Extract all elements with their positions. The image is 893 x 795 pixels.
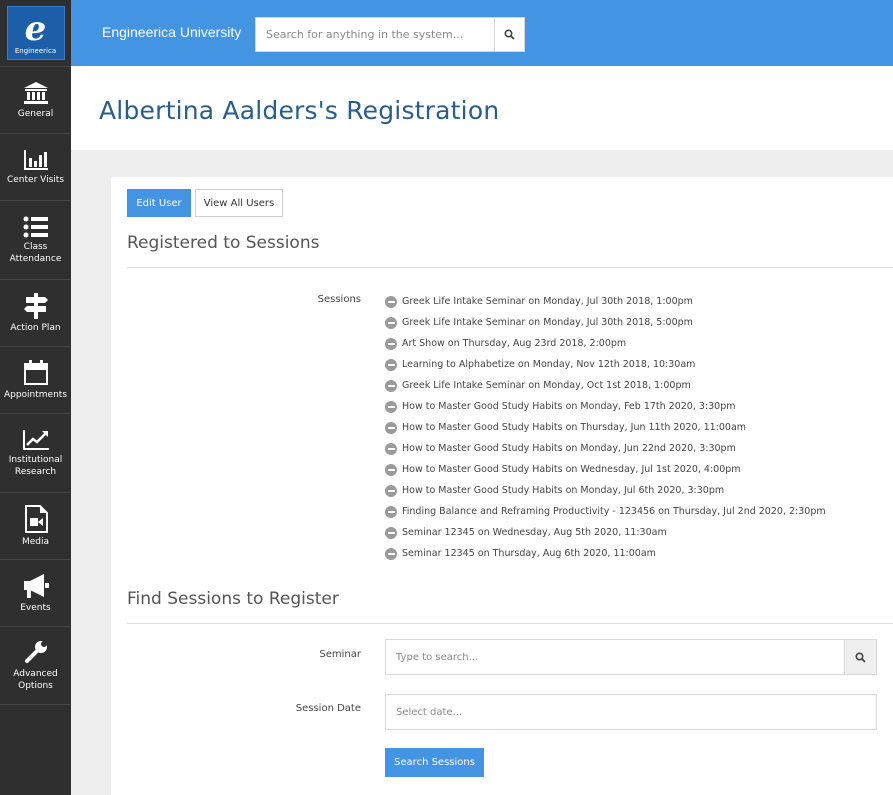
bar-chart-icon [23,149,48,170]
search-sessions-button[interactable]: Search Sessions [385,748,484,777]
remove-circle-icon[interactable] [385,316,397,329]
remove-circle-icon[interactable] [385,505,397,518]
session-text: Greek Life Intake Seminar on Monday, Jul… [402,317,693,328]
trend-chart-icon [22,429,49,450]
list-item: Learning to Alphabetize on Monday, Nov 1… [385,354,826,375]
session-date-label: Session Date [295,703,361,714]
remove-circle-icon[interactable] [385,463,397,476]
list-item: How to Master Good Study Habits on Thurs… [385,417,826,438]
logo-area[interactable]: e Engineerica [0,0,71,66]
divider [127,623,893,624]
view-all-users-button[interactable]: View All Users [195,189,283,217]
list-item: Greek Life Intake Seminar on Monday, Jul… [385,312,826,333]
list-item: How to Master Good Study Habits on Monda… [385,396,826,417]
sidebar-item-label: Institutional Research [8,454,63,477]
session-text: How to Master Good Study Habits on Thurs… [402,422,747,433]
remove-circle-icon[interactable] [385,400,397,413]
remove-circle-icon[interactable] [385,337,397,350]
logo-text: Engineerica [14,46,57,55]
remove-circle-icon[interactable] [385,484,397,497]
search-icon [504,29,515,40]
edit-user-button[interactable]: Edit User [127,189,191,217]
session-text: How to Master Good Study Habits on Wedne… [402,464,741,475]
global-search [255,17,525,52]
session-text: Greek Life Intake Seminar on Monday, Jul… [402,296,693,307]
seminar-search-field [385,639,877,675]
session-text: How to Master Good Study Habits on Monda… [402,443,736,454]
logo[interactable]: e Engineerica [6,6,65,60]
sidebar-item-label: Center Visits [6,174,65,185]
seminar-search-button[interactable] [844,640,876,674]
sessions-label: Sessions [317,294,361,305]
session-text: Art Show on Thursday, Aug 23rd 2018, 2:0… [402,338,627,349]
media-file-icon [24,504,48,533]
session-text: Seminar 12345 on Thursday, Aug 6th 2020,… [402,548,656,559]
sidebar-item-advanced-options[interactable]: Advanced Options [0,626,71,705]
sidebar-item-label: Class Attendance [9,241,62,264]
sidebar-item-events[interactable]: Events [0,559,71,626]
sidebar-item-media[interactable]: Media [0,492,71,559]
seminar-input[interactable] [386,640,844,674]
search-input[interactable] [256,18,495,51]
list-item: How to Master Good Study Habits on Monda… [385,480,826,501]
title-area: Albertina Aalders's Registration [71,66,893,150]
list-item: Finding Balance and Reframing Productivi… [385,501,826,522]
sidebar-item-label: Appointments [3,389,68,400]
sidebar-item-action-plan[interactable]: Action Plan [0,279,71,346]
sidebar-item-label: Advanced Options [13,669,58,691]
session-text: Seminar 12345 on Wednesday, Aug 5th 2020… [402,527,667,538]
sidebar-item-label: Media [21,536,50,547]
divider [127,267,893,268]
remove-circle-icon[interactable] [385,442,397,455]
session-text: Finding Balance and Reframing Productivi… [402,506,826,517]
remove-circle-icon[interactable] [385,421,397,434]
session-text: How to Master Good Study Habits on Monda… [402,485,725,496]
logo-letter: e [24,8,47,49]
top-header: Engineerica University [71,0,893,66]
find-sessions-heading: Find Sessions to Register [127,589,339,609]
page-title: Albertina Aalders's Registration [99,96,500,125]
registered-sessions-list: Greek Life Intake Seminar on Monday, Jul… [385,291,826,564]
session-text: Learning to Alphabetize on Monday, Nov 1… [402,359,696,370]
remove-circle-icon[interactable] [385,379,397,392]
list-item: How to Master Good Study Habits on Wedne… [385,459,826,480]
wrench-icon [24,641,47,663]
sidebar-item-class-attendance[interactable]: Class Attendance [0,200,71,279]
list-item: Greek Life Intake Seminar on Monday, Oct… [385,375,826,396]
list-item: How to Master Good Study Habits on Monda… [385,438,826,459]
sidebar-item-label: Action Plan [10,322,61,333]
registered-sessions-heading: Registered to Sessions [127,233,320,253]
search-button[interactable] [494,18,524,51]
sidebar-item-label: General [17,108,54,119]
sidebar-item-label: Events [20,602,51,613]
seminar-label: Seminar [319,649,361,660]
sidebar-item-center-visits[interactable]: Center Visits [0,133,71,200]
session-text: Greek Life Intake Seminar on Monday, Oct… [402,380,691,391]
list-item: Seminar 12345 on Wednesday, Aug 5th 2020… [385,522,826,543]
sidebar-item-appointments[interactable]: Appointments [0,346,71,413]
sidebar-item-general[interactable]: General [0,66,71,133]
bank-icon [23,81,48,104]
sidebar-item-institutional-research[interactable]: Institutional Research [0,413,71,492]
remove-circle-icon[interactable] [385,526,397,539]
remove-circle-icon[interactable] [385,295,397,308]
list-item: Seminar 12345 on Thursday, Aug 6th 2020,… [385,543,826,564]
sidebar: e Engineerica General Center Visits Clas… [0,0,71,795]
search-icon [855,651,866,663]
calendar-icon [23,359,48,385]
list-item: Art Show on Thursday, Aug 23rd 2018, 2:0… [385,333,826,354]
session-date-input[interactable] [386,695,876,729]
megaphone-icon [23,573,49,598]
session-date-field [385,694,877,730]
remove-circle-icon[interactable] [385,358,397,371]
list-item: Greek Life Intake Seminar on Monday, Jul… [385,291,826,312]
list-icon [23,216,48,237]
remove-circle-icon[interactable] [385,547,397,560]
session-text: How to Master Good Study Habits on Monda… [402,401,736,412]
signpost-icon [23,292,48,319]
brand-name[interactable]: Engineerica University [102,24,241,40]
